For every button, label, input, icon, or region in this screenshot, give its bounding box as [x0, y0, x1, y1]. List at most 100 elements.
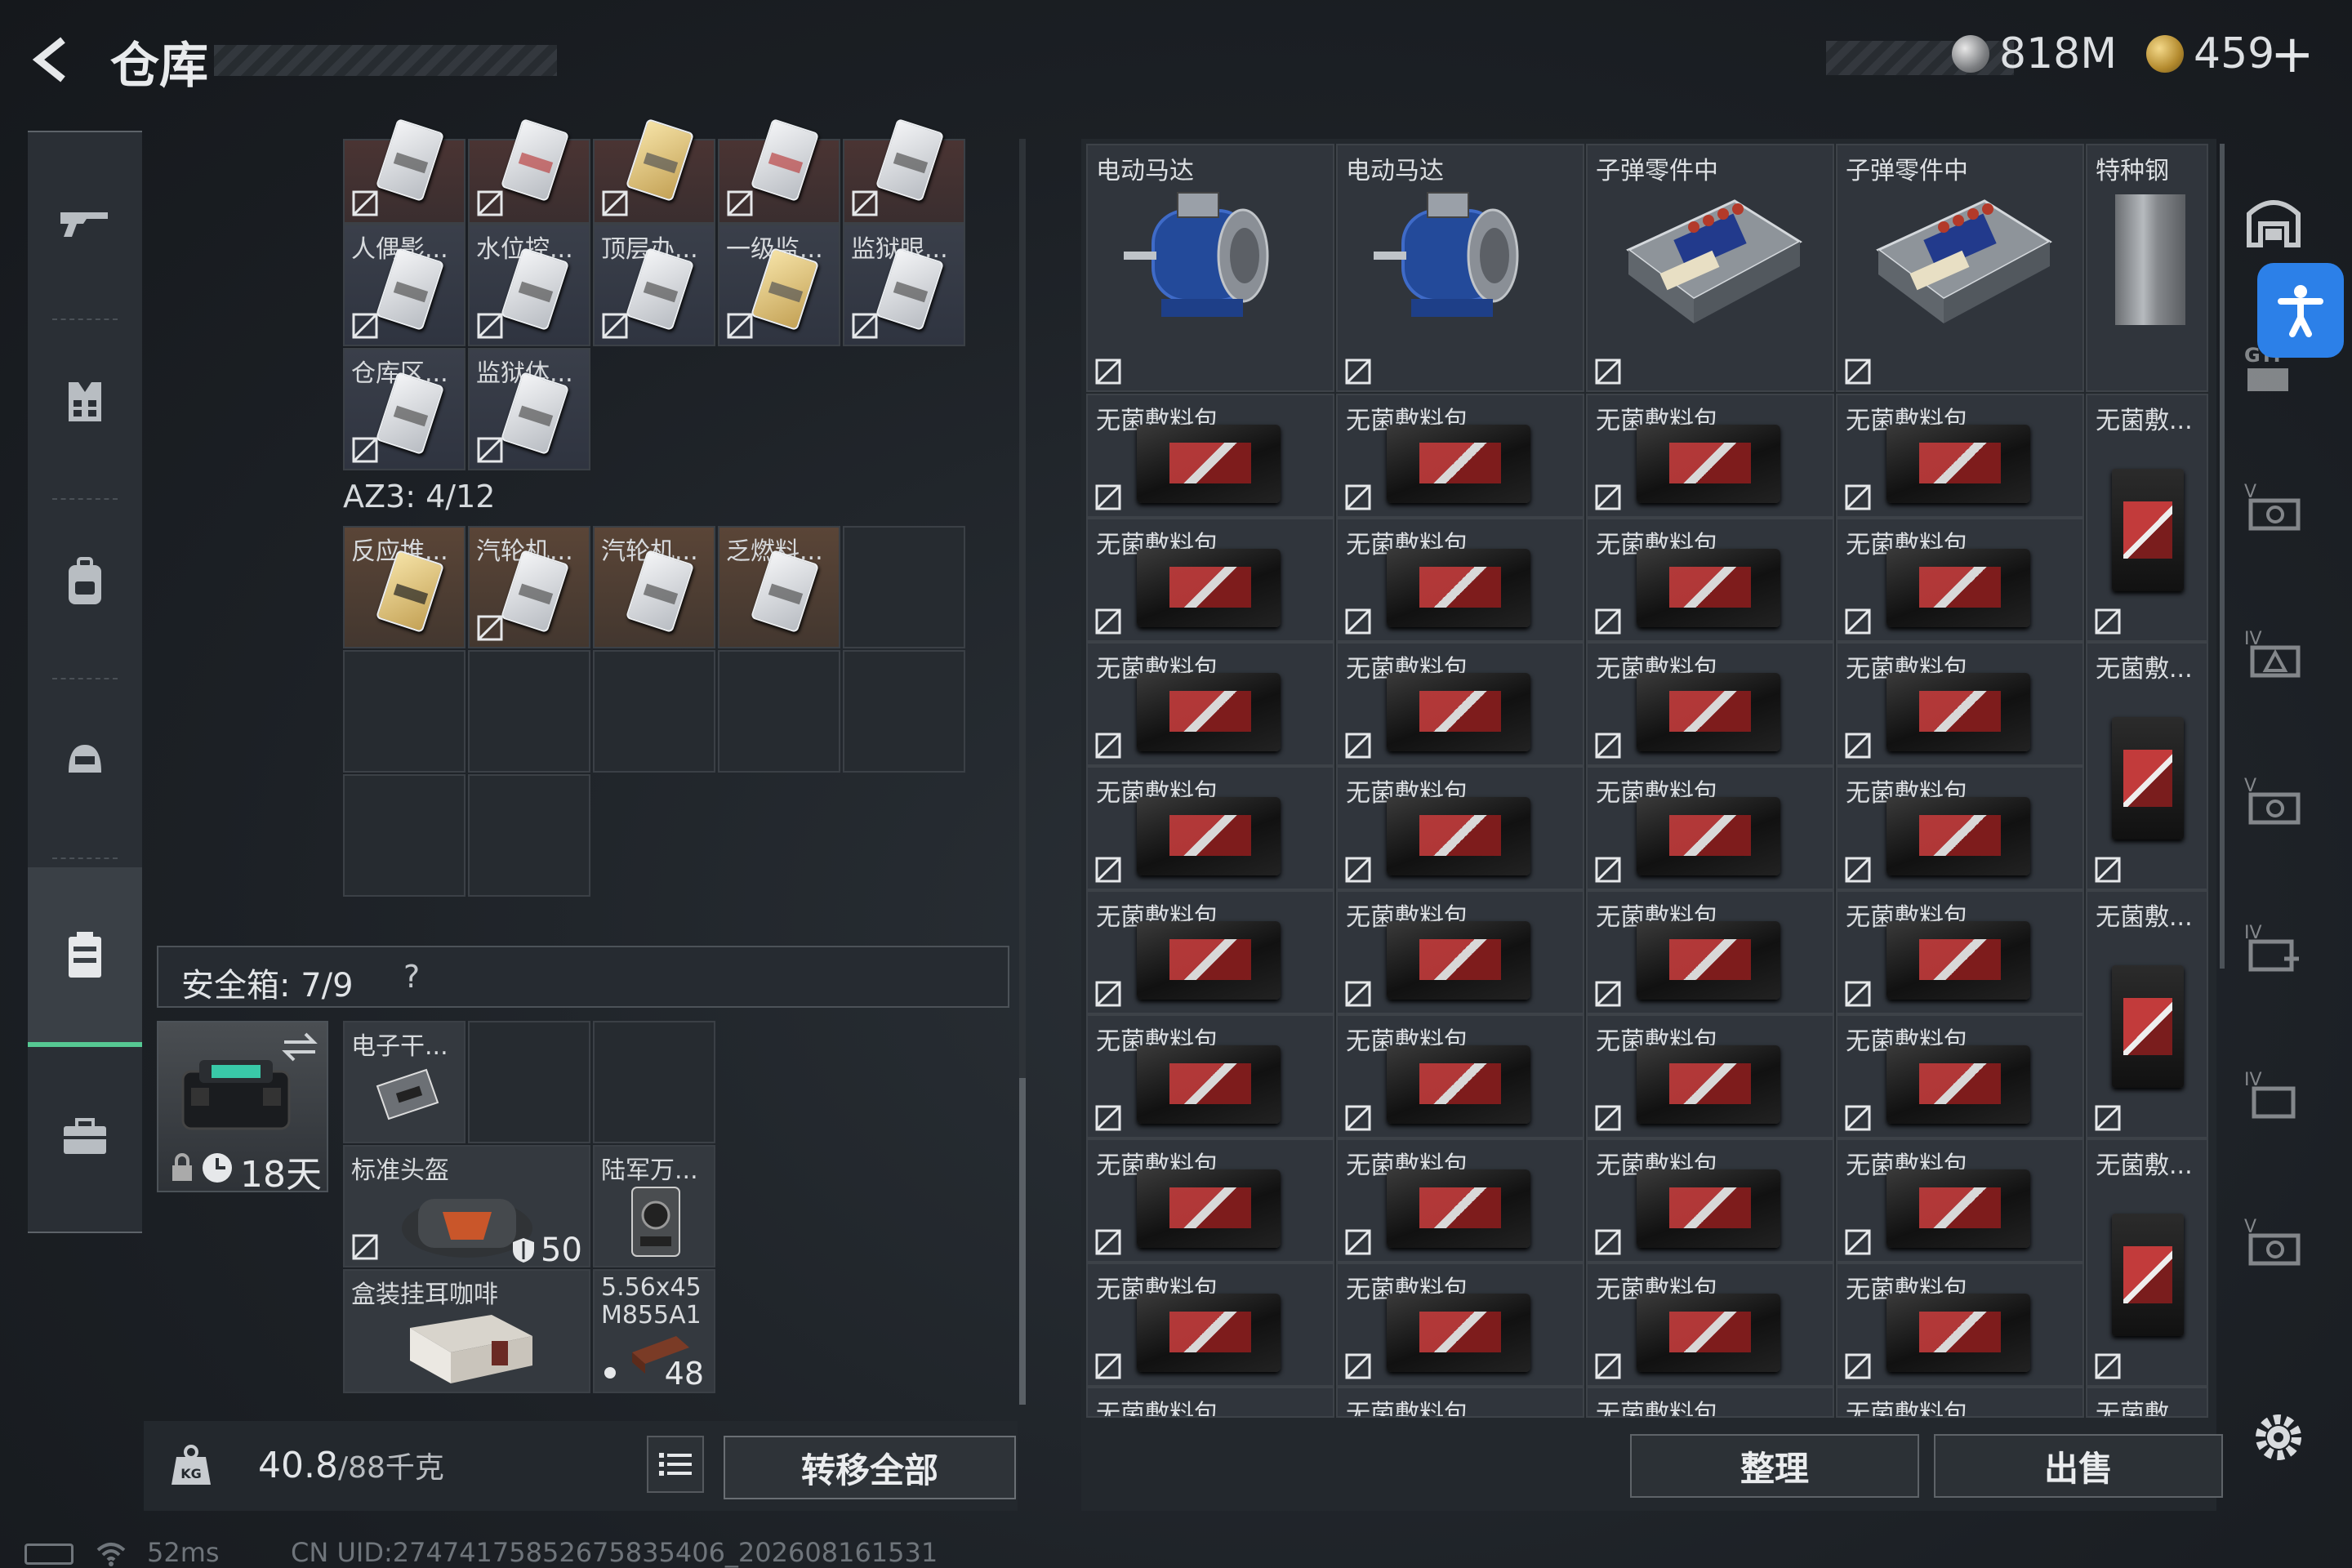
warehouse-item-bag[interactable]: 无菌敷料包 [1586, 766, 1834, 890]
warehouse-item-bag[interactable]: 无菌敷料包 [1836, 766, 2084, 890]
keycard-slot[interactable]: 监狱眼... [843, 224, 965, 346]
warehouse-item-motor[interactable]: 电动马达 [1336, 144, 1584, 392]
warehouse-item-bag[interactable]: 无菌敷料包 [1336, 766, 1584, 890]
warehouse-item-bag[interactable]: 无菌敷料包 [1336, 1387, 1584, 1418]
warehouse-scrollbar[interactable] [2220, 144, 2225, 969]
keycard-slot[interactable] [843, 118, 965, 224]
warehouse-item-bag-large[interactable]: 无菌敷... [2086, 394, 2208, 642]
settings-gear-icon[interactable] [2247, 1406, 2310, 1468]
warehouse-item-bag[interactable]: 无菌敷料包 [1586, 394, 1834, 518]
safe-box-container[interactable]: 18天 [157, 1021, 328, 1196]
empty-slot[interactable] [593, 650, 715, 773]
warehouse-tab[interactable] [2241, 188, 2306, 253]
warehouse-item-bag[interactable]: 无菌敷料包 [1086, 642, 1334, 766]
warehouse-item-bag-large[interactable]: 无菌敷... [2086, 890, 2208, 1138]
az3-slot[interactable]: 汽轮机... [468, 526, 590, 648]
warehouse-item-bag[interactable]: 无菌敷料包 [1586, 1138, 1834, 1263]
keycard-slot[interactable] [593, 118, 715, 224]
swap-icon[interactable] [281, 1031, 318, 1063]
empty-slot[interactable] [718, 650, 840, 773]
warehouse-item-bag[interactable]: 无菌敷料包 [1086, 394, 1334, 518]
warehouse-item-bag[interactable]: 无菌敷料包 [1336, 518, 1584, 642]
keycard-slot[interactable] [343, 118, 466, 224]
keycard-slot[interactable]: 一级监... [718, 224, 840, 346]
warehouse-item-motor[interactable]: 电动马达 [1086, 144, 1334, 392]
keycard-slot[interactable]: 监狱体... [468, 348, 590, 470]
nav-helmet[interactable] [28, 671, 142, 851]
sort-button[interactable]: 整理 [1630, 1434, 1919, 1498]
warehouse-item-bag[interactable]: 无菌敷料包 [1836, 1014, 2084, 1138]
sell-button[interactable]: 出售 [1934, 1434, 2223, 1498]
warehouse-item-bag[interactable]: 无菌敷料包 [1836, 518, 2084, 642]
empty-slot[interactable] [343, 774, 466, 897]
accessibility-button[interactable] [2257, 263, 2344, 358]
warehouse-item-bag[interactable]: 无菌敷料包 [1586, 890, 1834, 1014]
empty-slot[interactable] [843, 526, 965, 648]
warehouse-item-bag[interactable]: 无菌敷料包 [1586, 1014, 1834, 1138]
nav-weapons[interactable] [28, 132, 142, 312]
warehouse-item-bag[interactable]: 无菌敷料包 [1836, 890, 2084, 1014]
storage-tab-4b[interactable]: IV [2241, 915, 2306, 980]
keycard-slot[interactable]: 水位控... [468, 224, 590, 346]
az3-slot[interactable]: 汽轮机... [593, 526, 715, 648]
empty-slot[interactable] [593, 1021, 715, 1143]
warehouse-item-steel[interactable]: 特种钢 [2086, 144, 2208, 392]
storage-tab-5c[interactable]: V [2241, 1209, 2306, 1274]
warehouse-item-bag[interactable]: 无菌敷料包 [1086, 766, 1334, 890]
warehouse-item-bag[interactable]: 无菌敷料包 [1836, 1138, 2084, 1263]
warehouse-item-bag[interactable]: 无菌敷料包 [1086, 1263, 1334, 1387]
safe-item-helmet[interactable]: 标准头盔 50 [343, 1145, 590, 1269]
nav-armor[interactable] [28, 312, 142, 492]
warehouse-item-bag[interactable]: 无菌敷料包 [1836, 1263, 2084, 1387]
left-scrollbar-thumb[interactable] [1019, 1078, 1026, 1405]
keycard-slot[interactable] [468, 118, 590, 224]
warehouse-item-bag[interactable]: 无菌敷料包 [1586, 1263, 1834, 1387]
warehouse-item-bag[interactable]: 无菌敷料包 [1086, 1387, 1334, 1418]
keycard-slot[interactable]: 人偶影... [343, 224, 466, 346]
az3-slot[interactable]: 乏燃料... [718, 526, 840, 648]
warehouse-item-bag[interactable]: 无菌敷料包 [1086, 518, 1334, 642]
warehouse-item-bag[interactable]: 无菌敷料包 [1086, 1138, 1334, 1263]
warehouse-item-bag[interactable]: 无菌敷料包 [1336, 1263, 1584, 1387]
warehouse-item-bag[interactable]: 无菌敷料包 [1086, 890, 1334, 1014]
warehouse-item-bag[interactable]: 无菌敷料包 [1586, 518, 1834, 642]
keycard-slot[interactable] [718, 118, 840, 224]
warehouse-item-bag-large[interactable]: 无菌敷... [2086, 1138, 2208, 1387]
empty-slot[interactable] [343, 650, 466, 773]
back-button[interactable] [24, 31, 82, 88]
safe-item-army[interactable]: 陆军万... [593, 1145, 715, 1267]
list-view-button[interactable] [647, 1436, 704, 1493]
storage-tab-4c[interactable]: IV [2241, 1062, 2306, 1127]
safe-item-ammo[interactable]: 5.56x45 M855A1 48 [593, 1269, 715, 1393]
nav-briefcase[interactable] [28, 1047, 142, 1227]
add-currency-button[interactable]: + [2270, 24, 2314, 85]
help-button[interactable]: ? [403, 959, 420, 995]
keycard-slot[interactable]: 顶层办... [593, 224, 715, 346]
warehouse-item-bag[interactable]: 无菌敷料包 [1586, 642, 1834, 766]
warehouse-item-bag[interactable]: 无菌敷料包 [1336, 1014, 1584, 1138]
warehouse-item-bag[interactable]: 无菌敷料包 [1336, 394, 1584, 518]
nav-backpack[interactable] [28, 492, 142, 671]
warehouse-item-bag[interactable]: 无菌敷料包 [1836, 1387, 2084, 1418]
warehouse-item-bag[interactable]: 无菌敷料包 [1836, 642, 2084, 766]
nav-storage[interactable] [28, 867, 142, 1047]
empty-slot[interactable] [468, 774, 590, 897]
empty-slot[interactable] [843, 650, 965, 773]
empty-slot[interactable] [468, 1021, 590, 1143]
warehouse-item-bag[interactable]: 无菌敷料包 [1586, 1387, 1834, 1418]
empty-slot[interactable] [468, 650, 590, 773]
warehouse-item-bag[interactable]: 无菌敷料包 [1336, 642, 1584, 766]
safe-item-electronic[interactable]: 电子干... [343, 1021, 466, 1143]
warehouse-item-ammo[interactable]: 子弹零件中 [1836, 144, 2084, 392]
storage-tab-5[interactable]: V [2241, 474, 2306, 539]
warehouse-item-bag-large[interactable]: 无菌敷... [2086, 642, 2208, 890]
az3-slot[interactable]: 反应堆... [343, 526, 466, 648]
warehouse-item-bag[interactable]: 无菌敷料包 [1086, 1014, 1334, 1138]
warehouse-item-bag[interactable]: 无菌敷料包 [1336, 1138, 1584, 1263]
transfer-all-button[interactable]: 转移全部 [724, 1436, 1016, 1499]
keycard-slot[interactable]: 仓库区... [343, 348, 466, 470]
warehouse-item-bag-large[interactable]: 无菌敷... [2086, 1387, 2208, 1418]
storage-tab-4[interactable]: IV [2241, 621, 2306, 686]
storage-tab-5b[interactable]: V [2241, 768, 2306, 833]
warehouse-item-bag[interactable]: 无菌敷料包 [1336, 890, 1584, 1014]
